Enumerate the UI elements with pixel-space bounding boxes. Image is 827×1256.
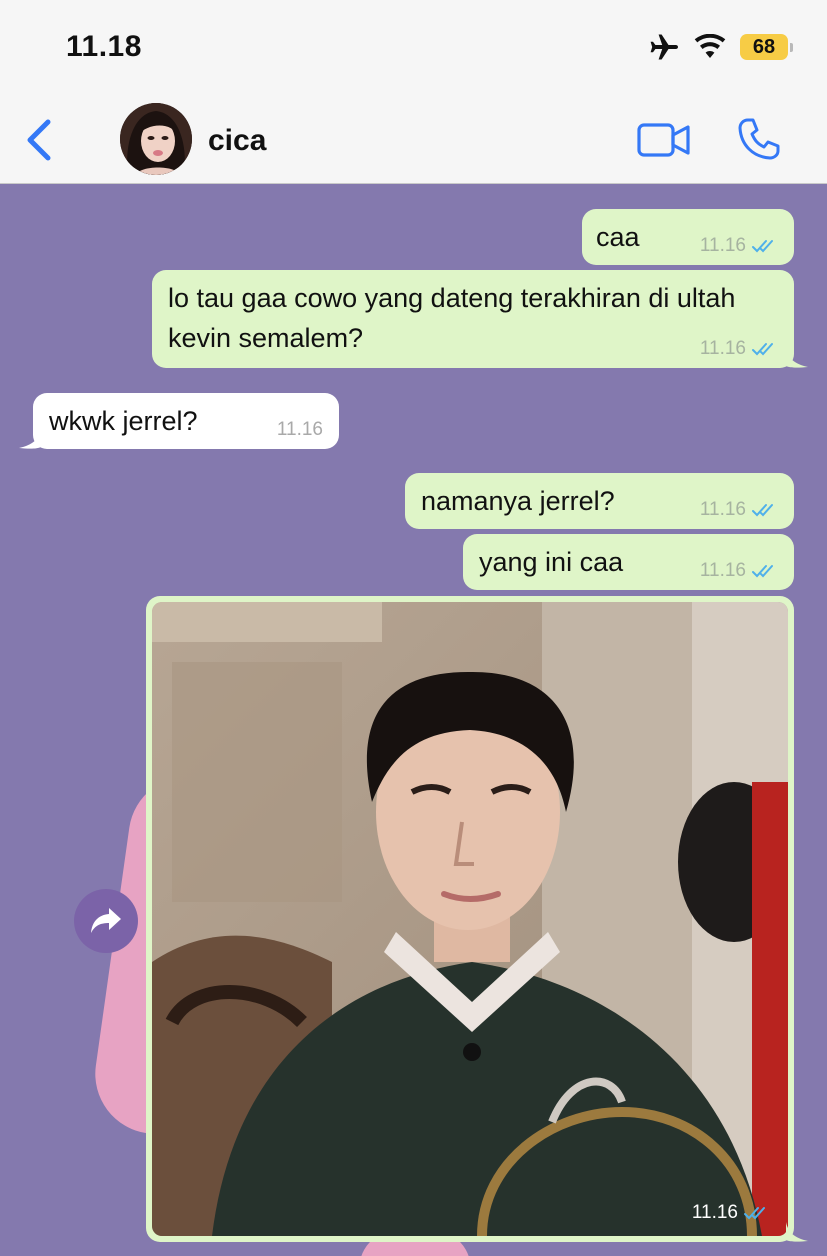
- message-bubble-outgoing[interactable]: yang ini caa 11.16: [463, 534, 794, 590]
- back-button[interactable]: [22, 116, 62, 164]
- bubble-tail: [786, 348, 808, 368]
- bubble-tail: [19, 429, 41, 449]
- message-meta: 11.16: [700, 560, 778, 582]
- chat-area[interactable]: caa 11.16 lo tau gaa cowo yang dateng te…: [0, 185, 827, 1256]
- message-meta: 11.16: [692, 1202, 770, 1224]
- read-ticks-icon: [744, 1207, 765, 1220]
- message-time: 11.16: [699, 499, 746, 520]
- message-meta: 11.16: [700, 338, 778, 360]
- photo-message[interactable]: 11.16: [146, 596, 808, 1242]
- airplane-icon: [650, 34, 678, 60]
- battery-level: 68: [740, 34, 788, 60]
- message-bubble-outgoing[interactable]: lo tau gaa cowo yang dateng terakhiran d…: [152, 270, 808, 368]
- message-bubble-incoming[interactable]: wkwk jerrel? 11.16: [19, 393, 339, 449]
- forward-arrow-icon: [91, 908, 121, 933]
- contact-name[interactable]: cica: [208, 124, 266, 158]
- message-time: 11.16: [276, 419, 323, 440]
- message-time: 11.16: [691, 1202, 738, 1223]
- message-time: 11.16: [699, 235, 746, 256]
- battery-icon: 68: [740, 34, 793, 60]
- chevron-left-icon: [27, 119, 51, 161]
- wifi-icon: [694, 34, 726, 58]
- message-meta: 11.16: [700, 235, 778, 257]
- read-ticks-icon: [752, 240, 773, 253]
- message-bubble-outgoing[interactable]: namanya jerrel? 11.16: [405, 473, 794, 529]
- message-meta: 11.16: [700, 499, 778, 521]
- read-ticks-icon: [752, 343, 773, 356]
- bubble-tail: [786, 1222, 808, 1242]
- status-bar: 11.18 68: [0, 0, 827, 96]
- chat-header: cica: [0, 96, 827, 184]
- status-time: 11.18: [66, 30, 142, 63]
- message-time: 11.16: [699, 560, 746, 581]
- message-time: 11.16: [699, 338, 746, 359]
- avatar-image: [120, 103, 192, 175]
- video-call-button[interactable]: [636, 120, 692, 160]
- video-camera-icon: [637, 123, 690, 157]
- voice-call-button[interactable]: [736, 116, 782, 162]
- photo-image[interactable]: 11.16: [152, 602, 788, 1236]
- read-ticks-icon: [752, 504, 773, 517]
- avatar[interactable]: [120, 103, 192, 175]
- read-ticks-icon: [752, 565, 773, 578]
- status-icons: 68: [648, 33, 793, 61]
- message-meta: 11.16: [277, 419, 323, 441]
- forward-button[interactable]: [74, 889, 138, 953]
- photo-illustration: [152, 602, 788, 1236]
- message-text: lo tau gaa cowo yang dateng terakhiran d…: [168, 283, 736, 353]
- phone-icon: [738, 118, 780, 160]
- message-bubble-outgoing[interactable]: caa 11.16: [582, 209, 794, 265]
- battery-tip: [790, 42, 793, 52]
